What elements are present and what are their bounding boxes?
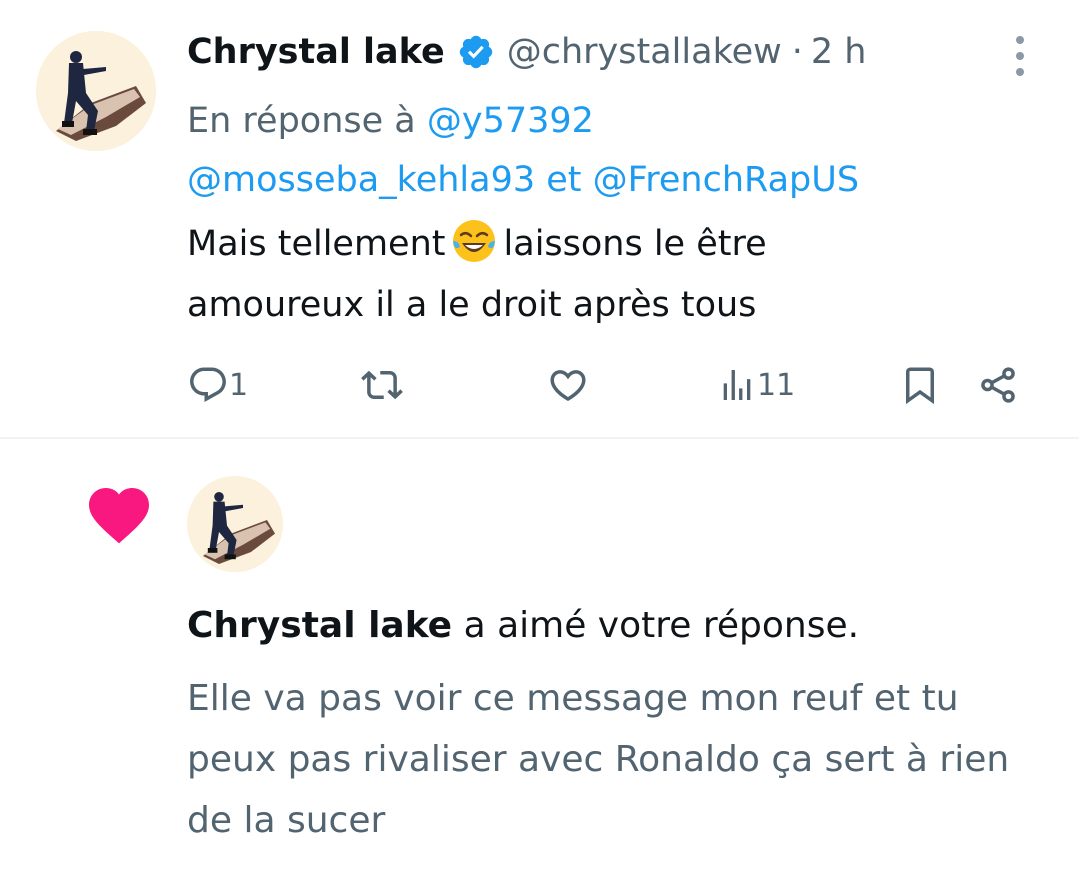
tweet-time[interactable]: 2 h	[811, 32, 867, 72]
retweet-icon	[361, 364, 403, 406]
share-button[interactable]	[977, 360, 1019, 410]
like-button[interactable]	[547, 360, 589, 410]
tweet-text-part: laissons le être	[503, 224, 767, 264]
author-name[interactable]: Chrystal lake	[187, 32, 445, 72]
heart-icon	[86, 485, 152, 545]
author-avatar[interactable]	[36, 31, 156, 151]
bookmark-button[interactable]	[899, 360, 941, 410]
bookmark-icon	[899, 364, 941, 406]
separator-dot: ·	[791, 32, 803, 72]
like-icon	[547, 364, 589, 406]
mention-link[interactable]: @y57392	[427, 101, 594, 141]
verified-badge-icon	[457, 33, 495, 71]
tweet-text: Mais tellement laissons le être amoureux…	[187, 214, 1047, 336]
divider	[0, 437, 1079, 439]
views-button[interactable]: 11	[717, 360, 795, 410]
mention-joiner: et	[546, 160, 582, 200]
reply-button[interactable]: 1	[187, 360, 248, 410]
actor-name[interactable]: Chrystal lake	[187, 605, 452, 646]
share-icon	[977, 364, 1019, 406]
views-icon	[717, 365, 757, 405]
reply-prefix: En réponse à	[187, 101, 416, 141]
quoted-reply-text: Elle va pas voir ce message mon reuf et …	[187, 678, 1010, 841]
notification-action: a aimé votre réponse.	[463, 605, 860, 646]
reply-icon	[187, 364, 229, 406]
tweet-text-part: Mais tellement	[187, 224, 446, 264]
tweet-text-part: amoureux il a le droit après tous	[187, 285, 757, 325]
laughing-emoji-icon	[450, 217, 498, 265]
more-icon[interactable]	[1002, 36, 1038, 76]
views-count: 11	[757, 367, 796, 403]
reply-count: 1	[229, 367, 249, 403]
notification-text: Chrystal lake a aimé votre réponse.	[187, 598, 859, 654]
actor-avatar[interactable]	[187, 476, 283, 572]
mention-link[interactable]: @mosseba_kehla93	[187, 160, 535, 200]
author-handle[interactable]: @chrystallakew	[507, 32, 782, 72]
tweet-header: Chrystal lake @chrystallakew · 2 h	[187, 28, 866, 76]
tweet-actions: 1 11	[187, 360, 1027, 410]
mention-link[interactable]: @FrenchRapUS	[593, 160, 859, 200]
reply-context: En réponse à @y57392 @mosseba_kehla93 et…	[187, 92, 859, 210]
retweet-button[interactable]	[361, 360, 403, 410]
